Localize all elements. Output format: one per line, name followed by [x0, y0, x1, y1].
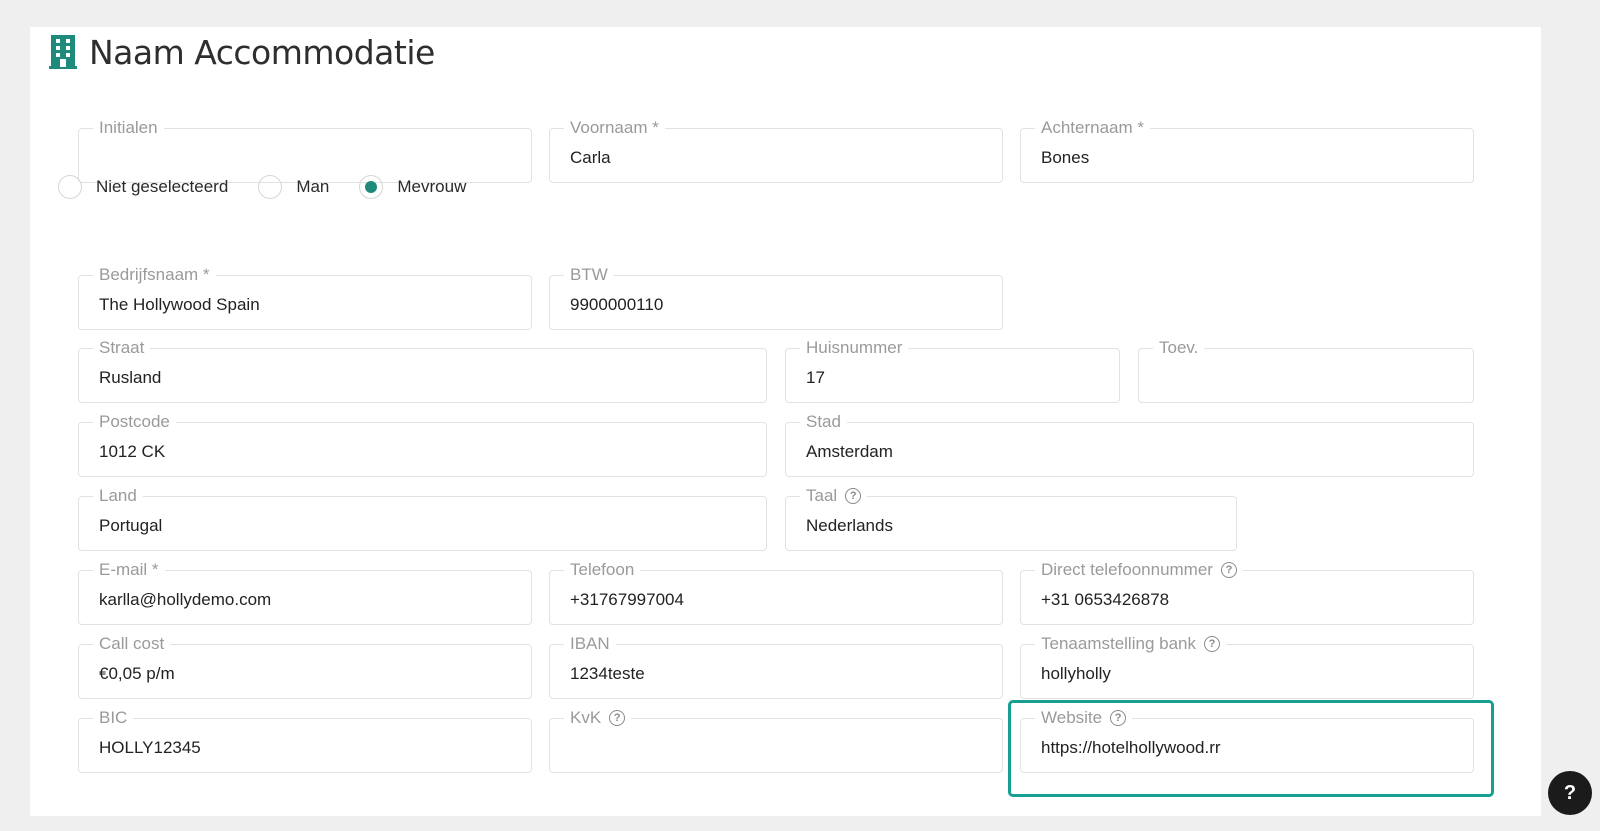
taal-label: Taal ? [800, 486, 868, 506]
iban-value[interactable]: 1234teste [570, 664, 645, 684]
iban-field[interactable]: IBAN 1234teste [549, 634, 1003, 699]
voornaam-label: Voornaam * [564, 118, 665, 138]
land-field[interactable]: Land Portugal [78, 486, 767, 551]
bic-value[interactable]: HOLLY12345 [99, 738, 201, 758]
huisnummer-value[interactable]: 17 [806, 368, 825, 388]
help-icon[interactable]: ? [1220, 562, 1237, 578]
radio-circle[interactable] [258, 175, 283, 199]
voornaam-field[interactable]: Voornaam * Carla [549, 118, 1003, 183]
tenaamstelling-label: Tenaamstelling bank ? [1035, 634, 1226, 654]
email-label: E-mail * [93, 560, 165, 580]
achternaam-value[interactable]: Bones [1041, 148, 1089, 168]
radio-circle-selected[interactable] [359, 175, 384, 199]
direct-telefoon-label: Direct telefoonnummer ? [1035, 560, 1243, 580]
postcode-label: Postcode [93, 412, 176, 432]
page-title: Naam Accommodatie [49, 32, 435, 72]
call-cost-value[interactable]: €0,05 p/m [99, 664, 175, 684]
straat-value[interactable]: Rusland [99, 368, 161, 388]
help-icon[interactable]: ? [1203, 636, 1220, 652]
tenaamstelling-label-text: Tenaamstelling bank [1041, 634, 1196, 653]
direct-telefoon-value[interactable]: +31 0653426878 [1041, 590, 1169, 610]
direct-telefoon-label-text: Direct telefoonnummer [1041, 560, 1213, 579]
kvk-label-text: KvK [570, 708, 602, 727]
bedrijfsnaam-label: Bedrijfsnaam * [93, 265, 216, 285]
straat-field[interactable]: Straat Rusland [78, 338, 767, 403]
postcode-field[interactable]: Postcode 1012 CK [78, 412, 767, 477]
huisnummer-label: Huisnummer [800, 338, 909, 358]
btw-field[interactable]: BTW 9900000110 [549, 265, 1003, 330]
telefoon-value[interactable]: +31767997004 [570, 590, 684, 610]
help-icon[interactable]: ? [609, 710, 626, 726]
iban-label: IBAN [564, 634, 616, 654]
toev-label: Toev. [1153, 338, 1205, 358]
email-value[interactable]: karlla@hollydemo.com [99, 590, 271, 610]
email-field[interactable]: E-mail * karlla@hollydemo.com [78, 560, 532, 625]
bic-field[interactable]: BIC HOLLY12345 [78, 708, 532, 773]
radio-mevrouw[interactable]: Mevrouw [359, 175, 466, 199]
toev-field[interactable]: Toev. [1138, 338, 1474, 403]
telefoon-label: Telefoon [564, 560, 641, 580]
stad-label: Stad [800, 412, 847, 432]
voornaam-value[interactable]: Carla [570, 148, 611, 168]
stad-field[interactable]: Stad Amsterdam [785, 412, 1474, 477]
building-icon [49, 35, 77, 69]
straat-label: Straat [93, 338, 151, 358]
help-icon[interactable]: ? [845, 488, 862, 504]
gender-radio-group: Niet geselecteerd Man Mevrouw [58, 175, 496, 199]
tenaamstelling-value[interactable]: hollyholly [1041, 664, 1111, 684]
telefoon-field[interactable]: Telefoon +31767997004 [549, 560, 1003, 625]
btw-value[interactable]: 9900000110 [570, 295, 663, 315]
website-value[interactable]: https://hotelhollywood.rr [1041, 738, 1221, 758]
postcode-value[interactable]: 1012 CK [99, 442, 165, 462]
kvk-label: KvK ? [564, 708, 632, 728]
page-title-text: Naam Accommodatie [89, 32, 435, 72]
bic-label: BIC [93, 708, 134, 728]
direct-telefoon-field[interactable]: Direct telefoonnummer ? +31 0653426878 [1020, 560, 1474, 625]
radio-label: Niet geselecteerd [96, 177, 229, 196]
help-icon[interactable]: ? [1110, 710, 1127, 726]
bedrijfsnaam-field[interactable]: Bedrijfsnaam * The Hollywood Spain [78, 265, 532, 330]
taal-field[interactable]: Taal ? Nederlands [785, 486, 1237, 551]
bedrijfsnaam-value[interactable]: The Hollywood Spain [99, 295, 260, 315]
call-cost-field[interactable]: Call cost €0,05 p/m [78, 634, 532, 699]
achternaam-label: Achternaam * [1035, 118, 1150, 138]
radio-label: Mevrouw [397, 177, 467, 196]
help-button[interactable]: ? [1548, 771, 1592, 815]
kvk-field[interactable]: KvK ? [549, 708, 1003, 773]
achternaam-field[interactable]: Achternaam * Bones [1020, 118, 1474, 183]
initialen-label: Initialen [93, 118, 164, 138]
radio-circle[interactable] [58, 175, 82, 199]
radio-niet-geselecteerd[interactable]: Niet geselecteerd [58, 175, 228, 199]
btw-label: BTW [564, 265, 614, 285]
taal-value[interactable]: Nederlands [806, 516, 893, 536]
radio-man[interactable]: Man [258, 175, 329, 199]
website-label: Website ? [1035, 708, 1133, 728]
radio-label: Man [296, 177, 330, 196]
taal-label-text: Taal [806, 486, 838, 505]
website-field[interactable]: Website ? https://hotelhollywood.rr [1020, 708, 1474, 773]
stad-value[interactable]: Amsterdam [806, 442, 893, 462]
call-cost-label: Call cost [93, 634, 171, 654]
tenaamstelling-field[interactable]: Tenaamstelling bank ? hollyholly [1020, 634, 1474, 699]
huisnummer-field[interactable]: Huisnummer 17 [785, 338, 1120, 403]
land-value[interactable]: Portugal [99, 516, 162, 536]
land-label: Land [93, 486, 143, 506]
website-label-text: Website [1041, 708, 1103, 727]
